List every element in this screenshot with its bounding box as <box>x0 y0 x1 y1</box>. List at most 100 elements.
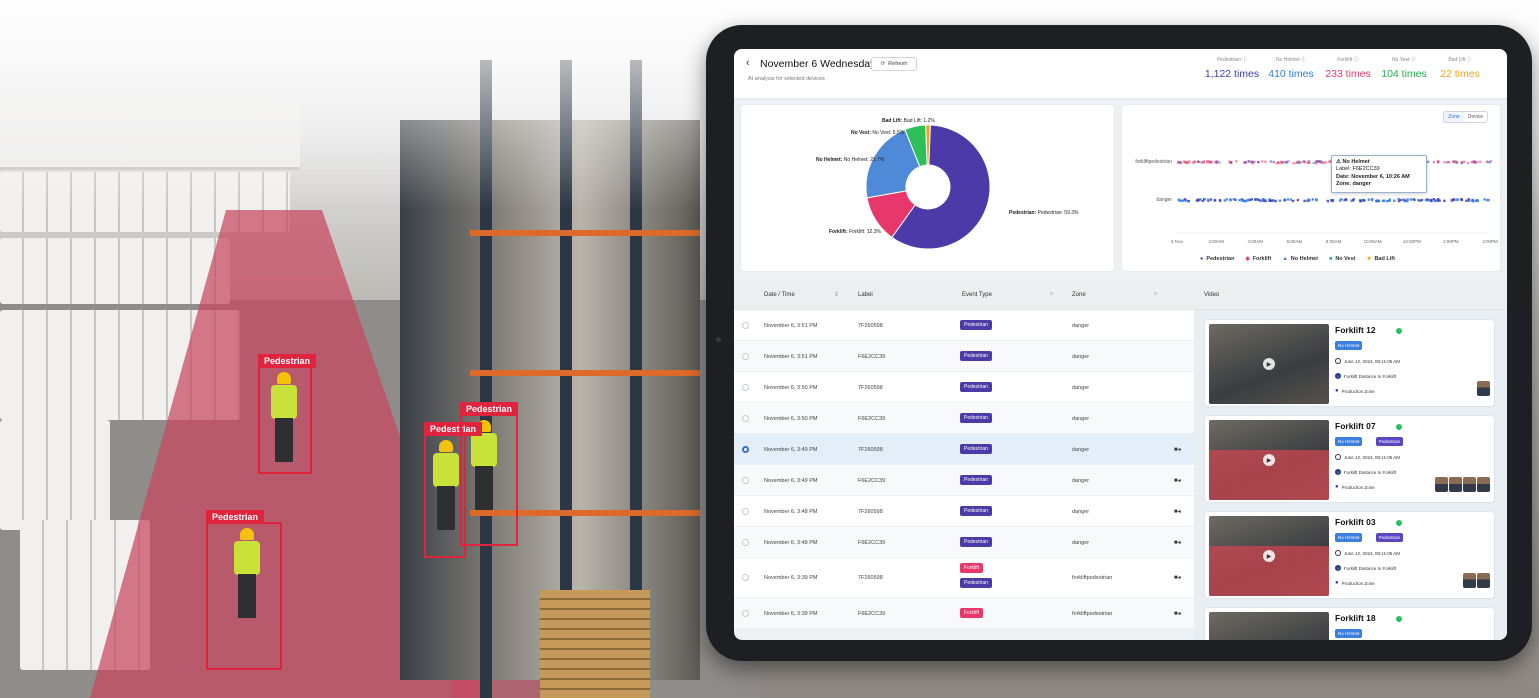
timeline-event-point[interactable] <box>1473 161 1477 164</box>
avatar[interactable] <box>1477 381 1490 396</box>
legend-no-helmet[interactable]: ▲ No Helmet <box>1282 256 1318 262</box>
timeline-event-point[interactable] <box>1427 160 1430 163</box>
timeline-event-point[interactable] <box>1248 160 1251 163</box>
timeline-event-point[interactable] <box>1397 198 1400 201</box>
timeline-event-point[interactable] <box>1187 161 1190 164</box>
row-radio[interactable] <box>742 445 749 453</box>
timeline-event-point[interactable] <box>1277 161 1280 164</box>
timeline-event-point[interactable] <box>1209 198 1213 201</box>
timeline-event-point[interactable] <box>1303 160 1307 164</box>
timeline-event-point[interactable] <box>1289 198 1293 201</box>
timeline-event-point[interactable] <box>1278 199 1282 202</box>
timeline-event-point[interactable] <box>1243 199 1246 203</box>
video-camera-icon[interactable]: ■◂ <box>1174 477 1181 484</box>
timeline-event-point[interactable] <box>1413 198 1416 202</box>
timeline-event-point[interactable] <box>1400 198 1403 202</box>
timeline-event-point[interactable] <box>1244 161 1247 164</box>
timeline-event-point[interactable] <box>1193 160 1196 163</box>
video-camera-icon[interactable]: ■◂ <box>1174 574 1181 581</box>
search-icon[interactable]: ⌕ <box>1154 291 1157 298</box>
timeline-event-point[interactable] <box>1432 161 1436 164</box>
video-thumbnail[interactable]: ▶ <box>1209 324 1329 404</box>
timeline-event-point[interactable] <box>1331 199 1334 203</box>
timeline-event-point[interactable] <box>1448 161 1451 164</box>
video-thumbnail[interactable]: ▶ <box>1209 516 1329 596</box>
avatar[interactable] <box>1463 477 1476 492</box>
video-camera-icon[interactable]: ■◂ <box>1174 610 1181 617</box>
table-row[interactable]: November 6, 3:39 PM F6E2CC39 forkliftped… <box>734 598 1194 629</box>
timeline-event-point[interactable] <box>1486 198 1489 202</box>
timeline-event-point[interactable] <box>1258 199 1261 202</box>
timeline-event-point[interactable] <box>1246 199 1249 202</box>
timeline-event-point[interactable] <box>1367 198 1370 201</box>
timeline-event-point[interactable] <box>1254 198 1257 201</box>
video-camera-icon[interactable]: ■◂ <box>1174 446 1181 453</box>
timeline-event-point[interactable] <box>1409 198 1412 201</box>
timeline-event-point[interactable] <box>1460 198 1463 201</box>
timeline-event-point[interactable] <box>1315 160 1319 163</box>
timeline-event-point[interactable] <box>1296 161 1299 164</box>
timeline-event-point[interactable] <box>1283 199 1286 202</box>
timeline-event-point[interactable] <box>1465 199 1468 202</box>
timeline-event-point[interactable] <box>1196 198 1200 201</box>
timeline-event-point[interactable] <box>1388 198 1392 201</box>
timeline-event-point[interactable] <box>1260 160 1264 163</box>
avatar[interactable] <box>1463 573 1476 588</box>
video-card[interactable]: ▶ Forklift 12 No Helmet June 12, 2024, 08… <box>1204 319 1495 407</box>
timeline-event-point[interactable] <box>1264 160 1267 163</box>
table-row[interactable]: November 6, 3:48 PM 7F260598 danger Pedes… <box>734 496 1194 527</box>
timeline-event-point[interactable] <box>1272 160 1275 164</box>
timeline-event-point[interactable] <box>1460 161 1464 165</box>
timeline-event-point[interactable] <box>1291 199 1295 203</box>
timeline-event-point[interactable] <box>1218 161 1221 164</box>
timeline-event-point[interactable] <box>1229 199 1232 202</box>
table-row[interactable]: November 6, 3:39 PM 7F260598 forkliftped… <box>734 558 1194 598</box>
timeline-event-point[interactable] <box>1177 161 1180 164</box>
row-radio[interactable] <box>742 476 749 484</box>
timeline-event-point[interactable] <box>1420 198 1424 202</box>
row-radio[interactable] <box>742 352 749 360</box>
timeline-event-point[interactable] <box>1235 160 1238 163</box>
timeline-event-point[interactable] <box>1206 160 1209 163</box>
row-radio[interactable] <box>742 321 749 329</box>
header-datetime[interactable]: Date / Time <box>764 292 795 298</box>
timeline-event-point[interactable] <box>1455 198 1458 202</box>
table-row[interactable]: November 6, 3:49 PM 7F260598 danger Pedes… <box>734 434 1194 465</box>
timeline-event-point[interactable] <box>1359 199 1362 203</box>
row-radio[interactable] <box>742 383 749 391</box>
timeline-event-point[interactable] <box>1268 199 1271 202</box>
timeline-event-point[interactable] <box>1311 198 1314 201</box>
avatar[interactable] <box>1435 477 1448 492</box>
table-row[interactable]: November 6, 3:49 PM F6E2CC39 danger Pedes… <box>734 465 1194 496</box>
timeline-event-point[interactable] <box>1393 199 1396 202</box>
video-card[interactable]: ▶ Forklift 03 No Helmet Pedestrian June 12… <box>1204 511 1495 599</box>
timeline-event-point[interactable] <box>1203 198 1206 201</box>
legend-no-vest[interactable]: ■ No Vest <box>1329 256 1356 262</box>
timeline-event-point[interactable] <box>1427 198 1430 202</box>
chevron-left-icon[interactable]: ‹ <box>746 57 750 69</box>
play-icon[interactable]: ▶ <box>1263 454 1275 466</box>
timeline-event-point[interactable] <box>1443 199 1446 202</box>
timeline-event-point[interactable] <box>1476 199 1480 202</box>
timeline-event-point[interactable] <box>1225 198 1228 201</box>
video-camera-icon[interactable]: ■◂ <box>1174 508 1181 515</box>
search-icon[interactable]: ⌕ <box>1050 291 1053 298</box>
timeline-event-point[interactable] <box>1280 160 1283 164</box>
header-label[interactable]: Label <box>858 292 873 298</box>
timeline-event-point[interactable] <box>1383 199 1386 202</box>
row-radio[interactable] <box>742 507 749 515</box>
timeline-event-point[interactable] <box>1317 160 1321 163</box>
timeline-event-point[interactable] <box>1467 198 1470 201</box>
timeline-event-point[interactable] <box>1483 198 1486 201</box>
timeline-event-point[interactable] <box>1213 199 1217 202</box>
video-card[interactable]: ▶ Forklift 18 No Helmet <box>1204 607 1495 640</box>
timeline-event-point[interactable] <box>1215 160 1218 163</box>
timeline-event-point[interactable] <box>1218 199 1222 202</box>
table-row[interactable]: November 6, 3:51 PM 7F260598 danger Pedes… <box>734 310 1194 341</box>
timeline-event-point[interactable] <box>1207 198 1210 201</box>
timeline-event-point[interactable] <box>1230 161 1233 164</box>
timeline-event-point[interactable] <box>1403 198 1406 202</box>
timeline-event-point[interactable] <box>1430 199 1433 203</box>
avatar[interactable] <box>1449 477 1462 492</box>
timeline-event-point[interactable] <box>1466 161 1470 165</box>
